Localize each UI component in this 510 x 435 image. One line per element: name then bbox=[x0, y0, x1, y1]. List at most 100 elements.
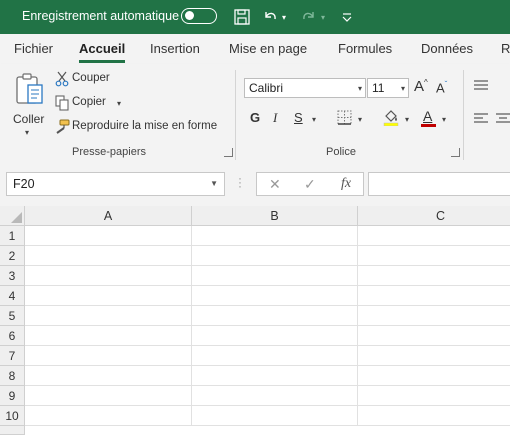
cell-c2[interactable] bbox=[358, 246, 510, 266]
fill-color-dropdown-icon[interactable]: ▾ bbox=[405, 115, 409, 124]
undo-dropdown-icon[interactable]: ▾ bbox=[282, 8, 286, 26]
copy-label: Copier bbox=[72, 96, 106, 108]
cell-a9[interactable] bbox=[25, 386, 192, 406]
cell-b7[interactable] bbox=[192, 346, 358, 366]
cell-c1[interactable] bbox=[358, 226, 510, 246]
column-header-a[interactable]: A bbox=[25, 206, 192, 226]
worksheet-grid: A B C 1 2 3 4 5 6 7 8 9 10 bbox=[0, 206, 510, 435]
cell-c3[interactable] bbox=[358, 266, 510, 286]
tab-formules[interactable]: Formules bbox=[338, 41, 392, 56]
cell-b10[interactable] bbox=[192, 406, 358, 426]
cell-c4[interactable] bbox=[358, 286, 510, 306]
cell-a6[interactable] bbox=[25, 326, 192, 346]
select-all-icon bbox=[11, 212, 22, 223]
row-header[interactable]: 2 bbox=[0, 246, 25, 266]
fill-color-icon[interactable] bbox=[383, 109, 399, 126]
row-header[interactable]: 10 bbox=[0, 406, 25, 426]
cell-c10[interactable] bbox=[358, 406, 510, 426]
cell-c9[interactable] bbox=[358, 386, 510, 406]
copy-icon bbox=[55, 95, 69, 111]
paste-button[interactable]: Coller ▾ bbox=[10, 70, 48, 138]
select-all-button[interactable] bbox=[0, 206, 25, 226]
tab-donnees[interactable]: Données bbox=[421, 41, 473, 56]
redo-icon bbox=[301, 8, 317, 26]
cell-a10[interactable] bbox=[25, 406, 192, 426]
customize-toolbar-icon[interactable] bbox=[342, 8, 352, 26]
font-size-combo[interactable]: 11 ▾ bbox=[367, 78, 409, 98]
formula-input[interactable] bbox=[368, 172, 510, 196]
column-header-c[interactable]: C bbox=[358, 206, 510, 226]
cell-b4[interactable] bbox=[192, 286, 358, 306]
cell-c8[interactable] bbox=[358, 366, 510, 386]
font-name-dropdown-icon[interactable]: ▾ bbox=[358, 84, 362, 93]
align-left-icon[interactable] bbox=[473, 112, 489, 126]
tab-fichier[interactable]: Fichier bbox=[14, 41, 53, 56]
cell-a1[interactable] bbox=[25, 226, 192, 246]
copy-dropdown-icon[interactable]: ▾ bbox=[117, 99, 121, 108]
bold-button[interactable]: G bbox=[250, 110, 260, 125]
redo-dropdown-icon: ▾ bbox=[321, 12, 326, 22]
row-header-partial[interactable] bbox=[0, 426, 25, 435]
undo-icon[interactable] bbox=[262, 8, 278, 26]
font-launcher-icon[interactable] bbox=[451, 148, 460, 157]
cell-a5[interactable] bbox=[25, 306, 192, 326]
name-box-dropdown-icon[interactable]: ▼ bbox=[210, 179, 218, 188]
row-header[interactable]: 9 bbox=[0, 386, 25, 406]
tab-accueil[interactable]: Accueil bbox=[79, 41, 126, 63]
cell-a8[interactable] bbox=[25, 366, 192, 386]
cut-button[interactable]: Couper bbox=[54, 71, 124, 89]
align-top-icon[interactable] bbox=[473, 79, 489, 93]
row-header[interactable]: 1 bbox=[0, 226, 25, 246]
cell-b9[interactable] bbox=[192, 386, 358, 406]
font-size-dropdown-icon[interactable]: ▾ bbox=[401, 84, 405, 93]
underline-button[interactable]: S bbox=[294, 110, 303, 125]
clipboard-launcher-icon[interactable] bbox=[224, 148, 233, 157]
save-icon[interactable] bbox=[234, 8, 250, 26]
tab-insertion[interactable]: Insertion bbox=[150, 41, 200, 56]
cell-a7[interactable] bbox=[25, 346, 192, 366]
italic-button[interactable]: I bbox=[273, 110, 277, 126]
grow-font-button[interactable]: A^ bbox=[414, 78, 428, 95]
borders-dropdown-icon[interactable]: ▾ bbox=[358, 115, 362, 124]
cell-b8[interactable] bbox=[192, 366, 358, 386]
tab-r[interactable]: R bbox=[501, 41, 510, 56]
row-header[interactable]: 5 bbox=[0, 306, 25, 326]
cell-b6[interactable] bbox=[192, 326, 358, 346]
cell-c7[interactable] bbox=[358, 346, 510, 366]
cancel-icon[interactable]: ✕ bbox=[269, 176, 281, 193]
font-name-combo[interactable]: Calibri ▾ bbox=[244, 78, 366, 98]
autosave-label: Enregistrement automatique bbox=[22, 9, 180, 23]
cell-b3[interactable] bbox=[192, 266, 358, 286]
row-header[interactable]: 3 bbox=[0, 266, 25, 286]
formula-bar-grip-icon[interactable]: · · · bbox=[238, 172, 242, 192]
cell-c5[interactable] bbox=[358, 306, 510, 326]
paste-label: Coller bbox=[13, 112, 45, 126]
enter-icon[interactable]: ✓ bbox=[304, 176, 316, 193]
align-center-icon[interactable] bbox=[496, 112, 510, 126]
borders-icon[interactable] bbox=[337, 110, 352, 125]
cell-b2[interactable] bbox=[192, 246, 358, 266]
insert-function-icon[interactable]: fx bbox=[341, 176, 351, 192]
cell-b5[interactable] bbox=[192, 306, 358, 326]
name-box[interactable]: F20 ▼ bbox=[6, 172, 225, 196]
shrink-font-button[interactable]: Aˇ bbox=[436, 80, 447, 95]
row-header[interactable]: 7 bbox=[0, 346, 25, 366]
font-color-button[interactable]: A bbox=[421, 108, 437, 128]
column-header-b[interactable]: B bbox=[192, 206, 358, 226]
cell-c6[interactable] bbox=[358, 326, 510, 346]
row-header[interactable]: 4 bbox=[0, 286, 25, 306]
copy-button[interactable]: Copier ▾ bbox=[54, 95, 129, 113]
cell-b1[interactable] bbox=[192, 226, 358, 246]
autosave-toggle[interactable] bbox=[181, 8, 217, 24]
paste-dropdown-icon[interactable]: ▾ bbox=[25, 128, 29, 137]
row-header[interactable]: 6 bbox=[0, 326, 25, 346]
cell-a2[interactable] bbox=[25, 246, 192, 266]
font-color-dropdown-icon[interactable]: ▾ bbox=[442, 115, 446, 124]
cell-a3[interactable] bbox=[25, 266, 192, 286]
underline-dropdown-icon[interactable]: ▾ bbox=[312, 115, 316, 124]
format-painter-label: Reproduire la mise en forme bbox=[72, 120, 218, 132]
cell-a4[interactable] bbox=[25, 286, 192, 306]
format-painter-button[interactable]: Reproduire la mise en forme bbox=[54, 119, 226, 137]
row-header[interactable]: 8 bbox=[0, 366, 25, 386]
tab-mise-en-page[interactable]: Mise en page bbox=[229, 41, 307, 56]
